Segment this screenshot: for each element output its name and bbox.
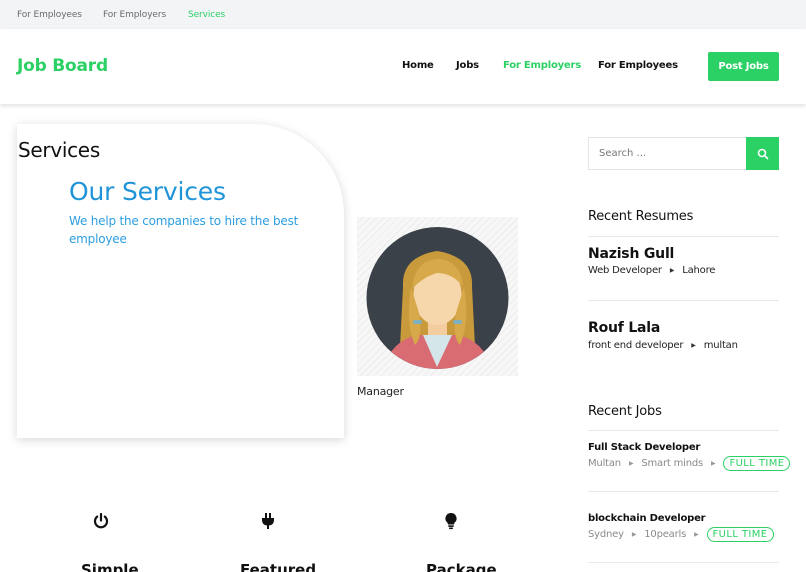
job-type-badge: FULL TIME bbox=[723, 456, 791, 471]
resume-meta: front end developer ▶ multan bbox=[588, 340, 738, 351]
job-type-badge: FULL TIME bbox=[706, 527, 774, 542]
feature-featured-label: Featured bbox=[240, 561, 317, 572]
recent-jobs-heading: Recent Jobs bbox=[588, 404, 662, 419]
separator-icon: ▶ bbox=[694, 531, 699, 538]
feature-simple-label: Simple bbox=[81, 561, 139, 572]
job-location: Sydney bbox=[588, 529, 624, 540]
services-subtitle: We help the companies to hire the best e… bbox=[69, 214, 299, 246]
divider bbox=[588, 491, 779, 492]
topbar-link-for-employees[interactable]: For Employees bbox=[17, 10, 82, 20]
avatar-illustration bbox=[366, 227, 509, 369]
lightbulb-icon bbox=[442, 512, 460, 530]
top-bar: For Employees For Employers Services bbox=[0, 0, 806, 29]
nav-home[interactable]: Home bbox=[402, 60, 434, 71]
resume-role: Web Developer bbox=[588, 265, 662, 276]
services-card bbox=[17, 124, 344, 438]
job-company: Smart minds bbox=[641, 458, 704, 469]
manager-avatar bbox=[357, 217, 518, 376]
resume-location: multan bbox=[703, 340, 738, 351]
search-button[interactable] bbox=[746, 137, 779, 170]
search-icon bbox=[757, 148, 768, 159]
divider bbox=[588, 300, 779, 301]
resume-meta: Web Developer ▶ Lahore bbox=[588, 265, 715, 276]
post-jobs-button[interactable]: Post Jobs bbox=[708, 52, 779, 81]
divider bbox=[588, 236, 779, 237]
job-title[interactable]: Full Stack Developer bbox=[588, 442, 700, 453]
job-company: 10pearls bbox=[644, 529, 687, 540]
nav-jobs[interactable]: Jobs bbox=[456, 60, 479, 71]
resume-name[interactable]: Rouf Lala bbox=[588, 320, 660, 336]
site-logo[interactable]: Job Board bbox=[17, 56, 108, 76]
avatar-caption: Manager bbox=[357, 385, 404, 398]
resume-name[interactable]: Nazish Gull bbox=[588, 246, 674, 262]
topbar-link-for-employers[interactable]: For Employers bbox=[103, 10, 166, 20]
recent-resumes-heading: Recent Resumes bbox=[588, 209, 694, 224]
separator-icon: ▶ bbox=[628, 460, 634, 467]
nav-for-employees[interactable]: For Employees bbox=[598, 60, 678, 71]
services-heading: Our Services bbox=[69, 177, 226, 206]
feature-package-label: Package bbox=[426, 561, 497, 572]
separator-icon: ▶ bbox=[711, 460, 716, 467]
power-icon bbox=[92, 512, 110, 530]
separator-icon: ▶ bbox=[631, 531, 637, 538]
job-title[interactable]: blockchain Developer bbox=[588, 513, 706, 524]
job-meta: Multan ▶ Smart minds ▶ FULL TIME bbox=[588, 456, 791, 471]
site-header: Job Board Home Jobs For Employers For Em… bbox=[0, 29, 806, 104]
divider bbox=[588, 430, 779, 431]
topbar-link-services[interactable]: Services bbox=[188, 10, 225, 20]
nav-for-employers[interactable]: For Employers bbox=[503, 60, 581, 71]
divider bbox=[588, 562, 779, 563]
page-title: Services bbox=[18, 138, 100, 162]
separator-icon: ▶ bbox=[691, 342, 696, 349]
separator-icon: ▶ bbox=[669, 267, 675, 274]
job-meta: Sydney ▶ 10pearls ▶ FULL TIME bbox=[588, 527, 774, 542]
plug-icon bbox=[259, 512, 277, 530]
resume-location: Lahore bbox=[682, 265, 716, 276]
job-location: Multan bbox=[588, 458, 621, 469]
search-input[interactable] bbox=[588, 137, 746, 170]
resume-role: front end developer bbox=[588, 340, 684, 351]
